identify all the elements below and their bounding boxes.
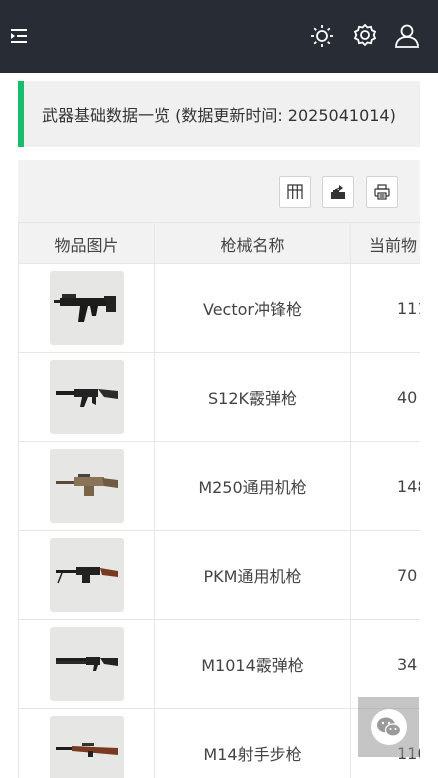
table-row[interactable]: M1014霰弹枪 34	[18, 620, 420, 709]
column-header-name[interactable]: 枪械名称	[155, 223, 351, 264]
table-row[interactable]: S12K霰弹枪 40	[18, 353, 420, 442]
user-account-icon[interactable]	[391, 20, 423, 52]
weapon-name: PKM通用机枪	[155, 531, 351, 619]
weapon-name: M1014霰弹枪	[155, 620, 351, 708]
column-header-value[interactable]: 当前物	[351, 223, 420, 264]
settings-gear-icon[interactable]	[349, 20, 381, 52]
m250-lmg-image	[49, 449, 124, 523]
image-cell	[18, 264, 155, 352]
theme-sun-icon[interactable]	[306, 20, 338, 52]
wechat-icon	[370, 709, 407, 745]
table-header: 物品图片 枪械名称 当前物	[18, 222, 420, 264]
weapon-name: S12K霰弹枪	[155, 353, 351, 441]
table-row[interactable]: PKM通用机枪 70	[18, 531, 420, 620]
columns-filter-button[interactable]	[279, 176, 311, 208]
vector-smg-image	[49, 271, 124, 345]
m14-rifle-image	[49, 716, 124, 778]
column-header-image[interactable]: 物品图片	[18, 223, 155, 264]
image-cell	[18, 709, 155, 778]
current-value: 111	[397, 298, 420, 318]
weapon-name: M250通用机枪	[155, 442, 351, 530]
table-row[interactable]: Vector冲锋枪 111	[18, 264, 420, 353]
print-button[interactable]	[366, 176, 398, 208]
current-value: 148	[397, 476, 420, 496]
wechat-float-button[interactable]	[358, 697, 419, 757]
s12k-shotgun-image	[49, 360, 124, 434]
weapon-table-panel: 物品图片 枪械名称 当前物 Vector冲锋枪 11 S12K霰弹枪 40 M2…	[18, 160, 420, 778]
menu-toggle-icon[interactable]	[10, 27, 28, 45]
m1014-shotgun-image	[49, 627, 124, 701]
table-row[interactable]: M250通用机枪 148	[18, 442, 420, 531]
current-value: 34	[397, 654, 418, 674]
print-icon	[374, 184, 390, 200]
image-cell	[18, 353, 155, 441]
current-value: 70	[397, 565, 418, 585]
notice-text: 武器基础数据一览 (数据更新时间: 2025041014)	[42, 106, 396, 125]
table-toolbar	[18, 160, 420, 222]
image-cell	[18, 620, 155, 708]
weapon-name: Vector冲锋枪	[155, 264, 351, 352]
data-update-notice: 武器基础数据一览 (数据更新时间: 2025041014)	[18, 81, 420, 147]
image-cell	[18, 442, 155, 530]
image-cell	[18, 531, 155, 619]
current-value: 40	[397, 387, 418, 407]
weapon-name: M14射手步枪	[155, 709, 351, 778]
pkm-lmg-image	[49, 538, 124, 612]
columns-filter-icon	[287, 184, 303, 199]
export-button[interactable]	[322, 176, 354, 208]
export-icon	[331, 185, 345, 199]
top-navbar	[0, 0, 438, 73]
